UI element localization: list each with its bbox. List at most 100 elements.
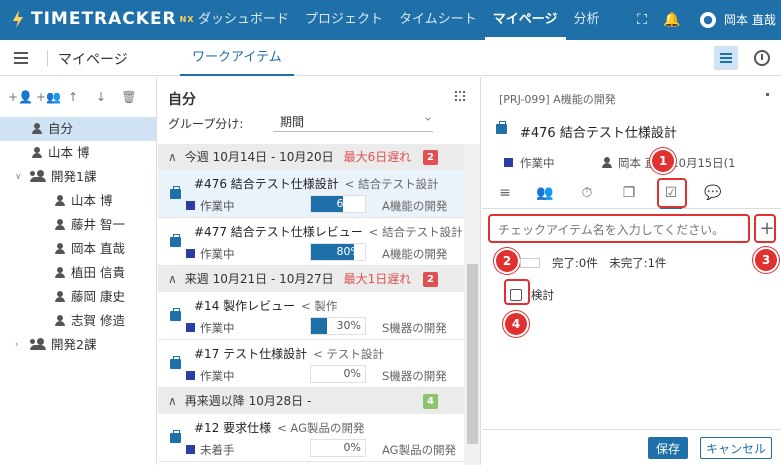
scrollbar-thumb[interactable]: [467, 264, 478, 444]
progress-bar: 0%: [310, 439, 366, 457]
progress-bar: 0%: [310, 365, 366, 383]
progress-bar: 60%: [310, 195, 366, 213]
nav-project[interactable]: プロジェクト: [297, 0, 391, 40]
callout-number: 2: [496, 250, 518, 272]
page-title: マイページ: [58, 52, 128, 68]
arrow-up-icon[interactable]: ↑: [64, 90, 82, 104]
list-view-button[interactable]: [714, 46, 738, 70]
status-label: 作業中: [186, 321, 235, 335]
list-item[interactable]: #17 テスト仕様設計 < テスト設計 作業中 0% S機器の開発: [158, 340, 464, 388]
tree-toolbar: +👤 +👥 ↑ ↓ 🗑: [0, 77, 156, 117]
work-item-icon: [170, 308, 181, 321]
add-user-icon[interactable]: +👤: [8, 90, 33, 104]
tree-item[interactable]: 山本 博: [0, 141, 156, 165]
fullscreen-icon[interactable]: ⛶: [633, 11, 651, 29]
logo-icon: [13, 10, 23, 28]
arrow-down-icon[interactable]: ↓: [92, 90, 110, 104]
group-icon: [30, 339, 46, 350]
clock-icon[interactable]: [754, 50, 770, 66]
count-badge: 4: [423, 394, 438, 409]
chevron-up-icon: ∧: [168, 394, 177, 408]
group-header[interactable]: ∧ 今週 10月14日 - 10月20日 最大6日遅れ 2: [158, 144, 464, 170]
tree-group-dev1[interactable]: ∨ 開発1課: [0, 165, 156, 189]
count-badge: 2: [423, 150, 438, 165]
list-item[interactable]: #476 結合テスト仕様設計 < 結合テスト設計 作業中 60% A機能の開発: [158, 170, 464, 218]
chevron-down-icon[interactable]: ∨: [15, 165, 22, 189]
group-header[interactable]: ∧ 再来週以降 10月28日 -4: [158, 388, 464, 414]
status-label: 作業中: [186, 247, 235, 261]
tab-comment-icon[interactable]: 💬: [702, 182, 724, 204]
list-item[interactable]: #12 要求仕様 < AG製品の開発 未着手 0% AG製品の開発: [158, 414, 464, 462]
sub-bar: マイページ ワークアイテム: [0, 40, 781, 76]
divider: [47, 50, 48, 66]
work-item-icon: [170, 356, 181, 369]
top-bar: TIMETRACKER NX ダッシュボード プロジェクト タイムシート マイペー…: [0, 0, 781, 40]
progress-bar: 80%: [310, 243, 366, 261]
checkbox[interactable]: [510, 289, 522, 301]
tab-list-icon[interactable]: ≡: [494, 182, 516, 204]
person-icon: [32, 147, 42, 158]
add-icon[interactable]: +: [757, 217, 777, 241]
work-item-icon: [170, 234, 181, 247]
group-icon: [30, 171, 46, 182]
nav-analysis[interactable]: 分析: [566, 0, 608, 40]
bell-icon[interactable]: 🔔: [663, 11, 681, 29]
nav-dashboard[interactable]: ダッシュボード: [190, 0, 297, 40]
status-label: 作業中: [186, 369, 235, 383]
tab-time-icon[interactable]: ⏱: [576, 182, 598, 204]
person-icon: [55, 219, 65, 230]
tree-item[interactable]: 藤井 智一: [0, 213, 156, 237]
avatar: ●: [700, 11, 716, 28]
group-by-select[interactable]: 期間: [273, 110, 433, 132]
callout-number: 4: [505, 313, 527, 335]
app-logo[interactable]: TIMETRACKER NX: [10, 9, 195, 29]
detail-panel: [PRJ-099] A機能の開発 #476 結合テスト仕様設計 作業中 岡本 直…: [482, 77, 781, 465]
project-label: AG製品の開発: [382, 443, 457, 457]
tree-item[interactable]: 植田 信貴: [0, 261, 156, 285]
save-button[interactable]: 保存: [648, 437, 688, 459]
project-label: A機能の開発: [382, 247, 448, 261]
tree-item[interactable]: 志賀 修造: [0, 309, 156, 333]
person-icon: [55, 267, 65, 278]
tree-item[interactable]: 山本 博: [0, 189, 156, 213]
user-menu[interactable]: ● 岡本 直哉: [700, 11, 776, 28]
add-group-icon[interactable]: +👥: [36, 90, 61, 104]
chevron-right-icon[interactable]: ›: [15, 333, 19, 357]
detail-footer: 保存 キャンセル: [482, 429, 781, 465]
group-header[interactable]: ∧ 来週 10月21日 - 10月27日 最大1日遅れ 2: [158, 266, 464, 292]
tab-work-items[interactable]: ワークアイテム: [180, 40, 294, 76]
project-label: S機器の開発: [382, 321, 447, 335]
tree-item[interactable]: 岡本 直哉: [0, 237, 156, 261]
main-nav: ダッシュボード プロジェクト タイムシート マイページ 分析: [190, 0, 608, 40]
tree-item-self[interactable]: 自分: [0, 117, 156, 141]
person-icon: [55, 291, 65, 302]
project-breadcrumb[interactable]: [PRJ-099] A機能の開発: [499, 91, 616, 107]
trash-icon[interactable]: 🗑: [120, 90, 138, 104]
expand-icon[interactable]: [455, 91, 465, 101]
callout-number: 3: [755, 249, 777, 271]
project-label: A機能の開発: [382, 199, 448, 213]
nav-timesheet[interactable]: タイムシート: [391, 0, 485, 40]
work-item-icon: [170, 430, 181, 443]
tree-group-dev2[interactable]: › 開発2課: [0, 333, 156, 357]
person-icon: [55, 243, 65, 254]
cancel-button[interactable]: キャンセル: [700, 437, 772, 459]
person-icon: [55, 315, 65, 326]
nav-mypage[interactable]: マイページ: [484, 0, 566, 40]
group-by-label: グループ分け:: [168, 117, 244, 131]
person-icon: [602, 157, 612, 168]
list-item[interactable]: #14 製作レビュー < 製作 作業中 30% S機器の開発: [158, 292, 464, 340]
checklist-item[interactable]: 検討: [510, 287, 554, 303]
list-item[interactable]: #477 結合テスト仕様レビュー < 結合テスト設計 作業中 80% A機能の開発: [158, 218, 464, 266]
tab-members-icon[interactable]: 👥: [534, 182, 556, 204]
status-label[interactable]: 作業中: [504, 155, 555, 171]
tree-item[interactable]: 藤岡 康史: [0, 285, 156, 309]
menu-icon[interactable]: [14, 52, 28, 64]
tab-copy-icon[interactable]: ❐: [618, 182, 640, 204]
checklist-item-input[interactable]: [490, 217, 746, 243]
status-label: 作業中: [186, 199, 235, 213]
more-vert-icon[interactable]: [766, 93, 769, 105]
checklist-progress-bar: [520, 258, 540, 268]
scrollbar[interactable]: [464, 144, 480, 465]
person-icon: [32, 123, 42, 134]
